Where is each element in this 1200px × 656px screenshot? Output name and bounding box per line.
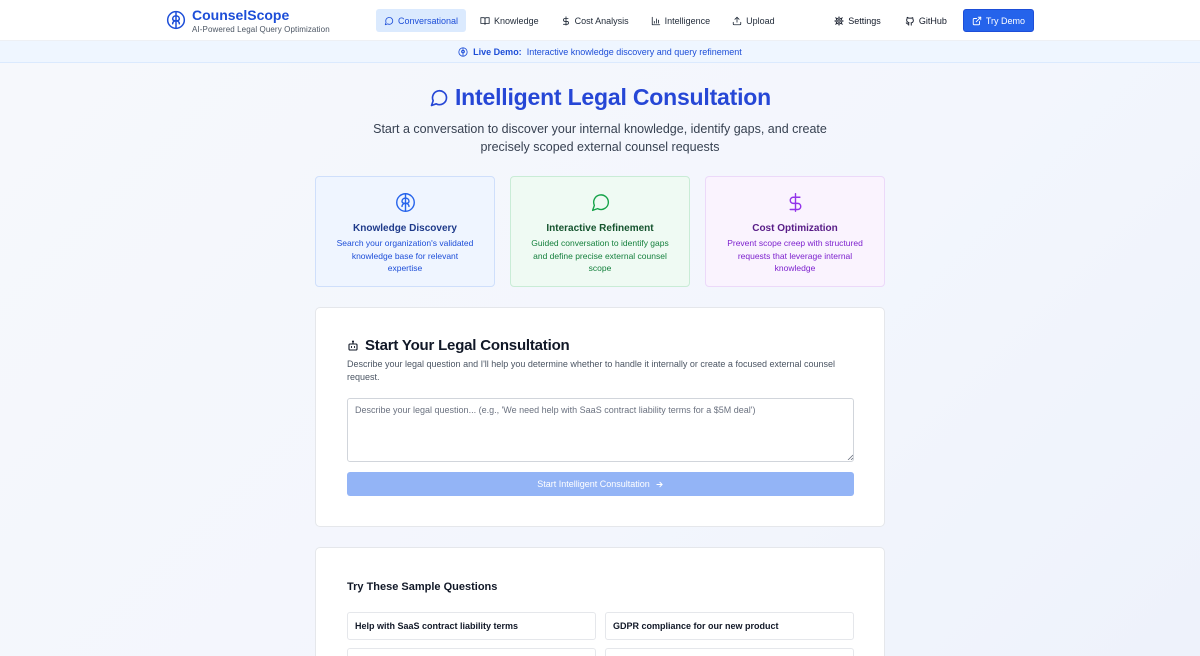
github-label: GitHub <box>918 15 947 26</box>
page-title: Intelligent Legal Consultation <box>0 84 1200 111</box>
consultation-description: Describe your legal question and I'll he… <box>347 359 836 382</box>
nav-label: Upload <box>746 15 775 26</box>
feature-card-interactive-refinement: Interactive Refinement Guided conversati… <box>510 176 690 287</box>
settings-button[interactable]: Settings <box>826 9 889 32</box>
dollar-icon <box>562 15 569 26</box>
sample-questions-card: Try These Sample Questions Help with Saa… <box>315 547 885 656</box>
settings-label: Settings <box>848 15 881 26</box>
nav-label: Intelligence <box>664 15 711 26</box>
consultation-title-text: Start Your Legal Consultation <box>365 337 570 354</box>
book-icon <box>480 16 490 25</box>
start-consultation-label: Start Intelligent Consultation <box>537 479 650 489</box>
start-consultation-button[interactable]: Start Intelligent Consultation <box>347 472 854 496</box>
feature-title: Interactive Refinement <box>546 223 654 234</box>
resize-handle-icon[interactable] <box>847 454 853 460</box>
sample-questions-title: Try These Sample Questions <box>347 581 498 593</box>
nav-label: Conversational <box>398 15 459 26</box>
sample-question[interactable] <box>347 648 596 656</box>
feature-card-knowledge-discovery: Knowledge Discovery Search your organiza… <box>315 176 495 287</box>
page-title-text: Intelligent Legal Consultation <box>454 84 771 110</box>
feature-title: Knowledge Discovery <box>353 223 457 234</box>
try-demo-label: Try Demo <box>985 15 1025 26</box>
external-link-icon <box>972 16 982 25</box>
sample-question[interactable]: GDPR compliance for our new product <box>605 612 854 640</box>
live-demo-banner: Live Demo: Interactive knowledge discove… <box>0 41 1200 63</box>
nav-cost-analysis[interactable]: Cost Analysis <box>553 9 637 32</box>
github-icon <box>905 16 914 26</box>
brain-icon <box>166 10 186 30</box>
gear-icon <box>834 15 844 26</box>
banner-label: Live Demo: <box>473 46 522 57</box>
upload-icon <box>733 16 742 25</box>
arrow-right-icon <box>656 481 663 487</box>
sample-question[interactable] <box>605 648 854 656</box>
nav-knowledge[interactable]: Knowledge <box>472 9 547 32</box>
try-demo-button[interactable]: Try Demo <box>962 9 1034 32</box>
top-navbar: CounselScope AI-Powered Legal Query Opti… <box>0 0 1200 41</box>
consultation-title: Start Your Legal Consultation <box>347 337 570 354</box>
dollar-icon <box>789 193 801 212</box>
nav-conversational[interactable]: Conversational <box>376 9 467 32</box>
nav-label: Knowledge <box>494 15 539 26</box>
bot-icon <box>348 339 358 351</box>
brain-icon <box>395 193 415 212</box>
nav-intelligence[interactable]: Intelligence <box>643 9 719 32</box>
brand-name: CounselScope <box>192 7 290 23</box>
page-subtitle: Start a conversation to discover your in… <box>373 122 827 154</box>
sample-questions-grid: Help with SaaS contract liability terms … <box>347 612 854 656</box>
message-circle-icon <box>430 89 448 106</box>
banner-text: Interactive knowledge discovery and quer… <box>526 46 742 57</box>
nav-upload[interactable]: Upload <box>724 9 783 32</box>
sample-question[interactable]: Help with SaaS contract liability terms <box>347 612 596 640</box>
message-circle-icon <box>591 194 609 212</box>
main-nav: Conversational Knowledge Cost Analysis I… <box>376 9 783 32</box>
github-button[interactable]: GitHub <box>897 9 955 32</box>
brand-tagline: AI-Powered Legal Query Optimization <box>192 25 330 34</box>
feature-desc: Search your organization's validated kno… <box>336 238 474 273</box>
brain-icon <box>458 46 468 57</box>
feature-cards: Knowledge Discovery Search your organiza… <box>315 176 885 287</box>
consultation-card: Start Your Legal Consultation Describe y… <box>315 307 885 527</box>
feature-desc: Guided conversation to identify gaps and… <box>531 238 669 273</box>
message-circle-icon <box>384 16 394 25</box>
nav-label: Cost Analysis <box>574 15 629 26</box>
brand[interactable]: CounselScope AI-Powered Legal Query Opti… <box>166 6 330 35</box>
legal-question-input[interactable] <box>347 398 854 462</box>
feature-title: Cost Optimization <box>752 223 838 234</box>
feature-card-cost-optimization: Cost Optimization Prevent scope creep wi… <box>705 176 885 287</box>
feature-desc: Prevent scope creep with structured requ… <box>727 238 863 273</box>
bar-chart-icon <box>651 16 660 25</box>
right-nav: Settings GitHub Try Demo <box>826 9 1034 32</box>
